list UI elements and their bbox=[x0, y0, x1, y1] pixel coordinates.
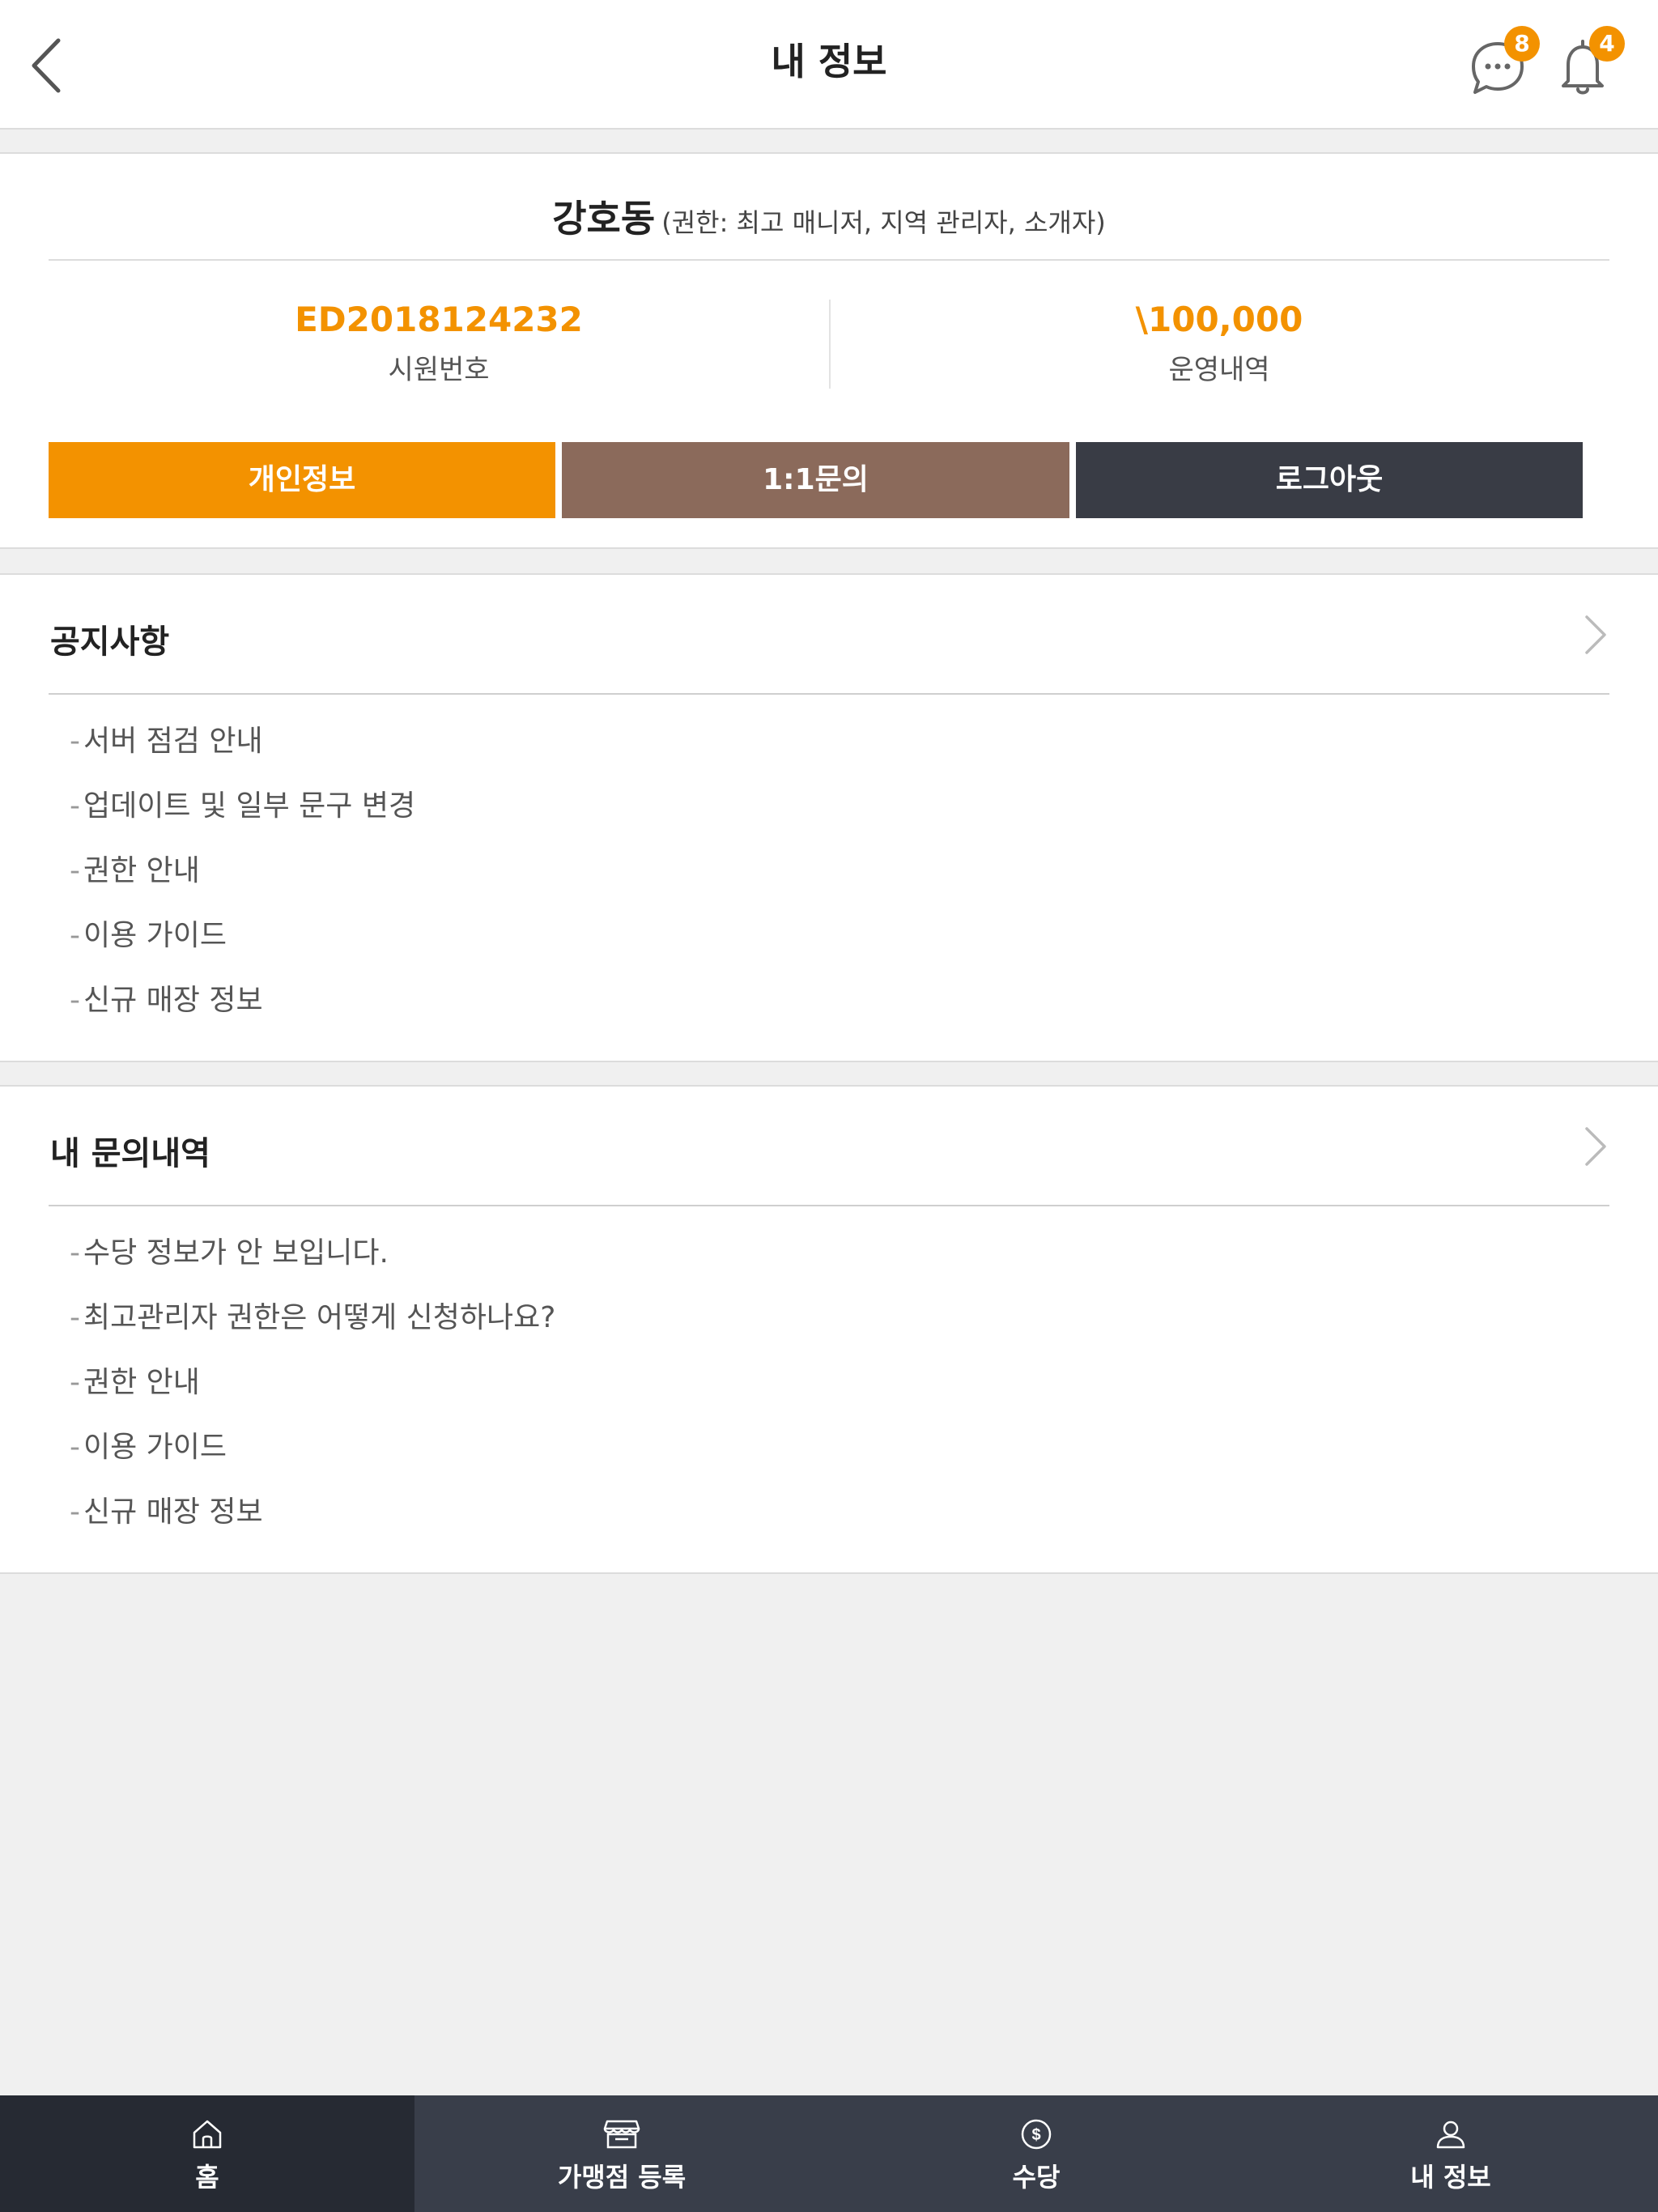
list-dash: - bbox=[70, 1236, 80, 1270]
list-item-label: 최고관리자 권한은 어떻게 신청하나요? bbox=[83, 1301, 556, 1334]
list-item-label: 권한 안내 bbox=[83, 1366, 200, 1399]
chat-button[interactable]: 8 bbox=[1465, 26, 1540, 104]
amount-stat: \100,000 운영내역 bbox=[829, 300, 1609, 387]
nav-label: 수당 bbox=[1012, 2162, 1061, 2193]
list-dash: - bbox=[70, 1301, 80, 1334]
user-role: (권한: 최고 매니저, 지역 관리자, 소개자) bbox=[661, 207, 1106, 238]
dollar-icon: $ bbox=[1021, 2119, 1052, 2150]
amount-label: 운영내역 bbox=[1168, 354, 1270, 386]
list-item[interactable]: - 이용 가이드 bbox=[70, 912, 415, 976]
list-item-label: 서버 점검 안내 bbox=[83, 725, 263, 758]
amount-value: \100,000 bbox=[1135, 300, 1303, 339]
list-item-label: 업데이트 및 일부 문구 변경 bbox=[83, 789, 416, 823]
logout-button[interactable]: 로그아웃 bbox=[1076, 442, 1583, 518]
profile-card: 강호동 (권한: 최고 매니저, 지역 관리자, 소개자) ED201812423… bbox=[0, 152, 1658, 549]
member-id-value: ED2018124232 bbox=[295, 300, 583, 339]
profile-actions: 개인정보 1:1문의 로그아웃 bbox=[49, 442, 1583, 518]
list-item[interactable]: - 권한 안내 bbox=[70, 1359, 555, 1423]
list-dash: - bbox=[70, 1366, 80, 1399]
list-item[interactable]: - 이용 가이드 bbox=[70, 1423, 555, 1488]
list-item-label: 신규 매장 정보 bbox=[83, 984, 263, 1017]
list-item[interactable]: - 수당 정보가 안 보입니다. bbox=[70, 1229, 555, 1294]
inquiries-title: 내 문의내역 bbox=[50, 1135, 210, 1172]
notices-title: 공지사항 bbox=[50, 623, 170, 661]
notices-list: - 서버 점검 안내 - 업데이트 및 일부 문구 변경 - 권한 안내 - 이용 가이… bbox=[70, 717, 415, 1041]
list-dash: - bbox=[70, 1431, 80, 1464]
list-item[interactable]: - 최고관리자 권한은 어떻게 신청하나요? bbox=[70, 1294, 555, 1359]
list-dash: - bbox=[70, 854, 80, 887]
nav-label: 가맹점 등록 bbox=[557, 2162, 687, 2193]
list-item-label: 권한 안내 bbox=[83, 854, 200, 887]
chevron-right-icon bbox=[1585, 615, 1606, 654]
nav-store-register[interactable]: 가맹점 등록 bbox=[414, 2095, 829, 2212]
app-header: 내 정보 8 4 bbox=[0, 0, 1658, 130]
bottom-nav: 홈 가맹점 등록 $ 수당 내 정보 bbox=[0, 2095, 1658, 2212]
list-item-label: 수당 정보가 안 보입니다. bbox=[83, 1236, 389, 1270]
personal-info-button[interactable]: 개인정보 bbox=[49, 442, 555, 518]
list-item[interactable]: - 권한 안내 bbox=[70, 847, 415, 912]
member-id-stat: ED2018124232 시원번호 bbox=[49, 300, 829, 387]
list-item-label: 이용 가이드 bbox=[83, 1431, 227, 1464]
list-dash: - bbox=[70, 789, 80, 823]
inquiries-list: - 수당 정보가 안 보입니다. - 최고관리자 권한은 어떻게 신청하나요? -권… bbox=[70, 1229, 555, 1553]
chevron-right-icon bbox=[1585, 1127, 1606, 1166]
nav-home[interactable]: 홈 bbox=[0, 2095, 414, 2212]
profile-name-row: 강호동 (권한: 최고 매니저, 지역 관리자, 소개자) bbox=[49, 154, 1609, 261]
list-item[interactable]: - 신규 매장 정보 bbox=[70, 1488, 555, 1553]
page-title: 내 정보 bbox=[771, 40, 887, 83]
chat-badge: 8 bbox=[1504, 26, 1540, 62]
list-item[interactable]: - 신규 매장 정보 bbox=[70, 976, 415, 1041]
home-icon bbox=[193, 2120, 222, 2149]
notices-section: 공지사항 - 서버 점검 안내 - 업데이트 및 일부 문구 변경 - 권한 안내 -… bbox=[0, 573, 1658, 1062]
list-dash: - bbox=[70, 984, 80, 1017]
store-icon bbox=[603, 2120, 640, 2149]
inquiries-header[interactable]: 내 문의내역 bbox=[49, 1087, 1609, 1206]
list-item[interactable]: - 서버 점검 안내 bbox=[70, 717, 415, 782]
nav-label: 내 정보 bbox=[1410, 2162, 1491, 2193]
nav-my-info[interactable]: 내 정보 bbox=[1244, 2095, 1658, 2212]
profile-stats: ED2018124232 시원번호 \100,000 운영내역 bbox=[49, 300, 1609, 389]
svg-text:$: $ bbox=[1031, 2126, 1040, 2144]
list-dash: - bbox=[70, 1495, 80, 1529]
user-name: 강호동 bbox=[552, 197, 656, 240]
list-item-label: 신규 매장 정보 bbox=[83, 1495, 263, 1529]
list-item[interactable]: - 업데이트 및 일부 문구 변경 bbox=[70, 782, 415, 847]
inquiries-section: 내 문의내역 - 수당 정보가 안 보입니다. - 최고관리자 권한은 어떻게 신청… bbox=[0, 1085, 1658, 1574]
list-item-label: 이용 가이드 bbox=[83, 919, 227, 952]
member-id-label: 시원번호 bbox=[388, 354, 490, 386]
nav-allowance[interactable]: $ 수당 bbox=[829, 2095, 1244, 2212]
nav-label: 홈 bbox=[195, 2162, 219, 2193]
notification-button[interactable]: 4 bbox=[1550, 26, 1625, 104]
notification-badge: 4 bbox=[1589, 26, 1625, 62]
list-dash: - bbox=[70, 725, 80, 758]
list-dash: - bbox=[70, 919, 80, 952]
inquiry-button[interactable]: 1:1문의 bbox=[562, 442, 1069, 518]
notices-header[interactable]: 공지사항 bbox=[49, 575, 1609, 695]
user-icon bbox=[1436, 2121, 1465, 2149]
